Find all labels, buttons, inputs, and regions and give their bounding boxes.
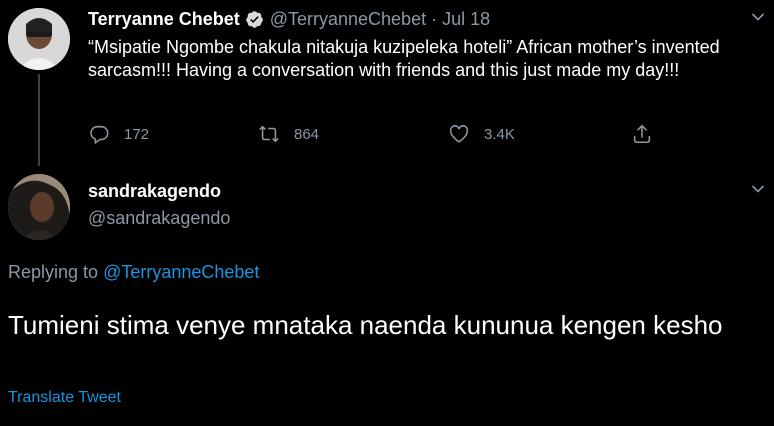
avatar-image bbox=[8, 174, 70, 240]
tweet-date[interactable]: Jul 18 bbox=[442, 9, 490, 30]
like-button[interactable]: 3.4K bbox=[448, 122, 515, 146]
mention-link[interactable]: @TerryanneChebet bbox=[103, 262, 259, 282]
replying-to-label: Replying to bbox=[8, 262, 104, 282]
handle[interactable]: @sandrakagendo bbox=[88, 208, 230, 229]
separator-dot: · bbox=[431, 8, 438, 29]
like-count: 3.4K bbox=[484, 125, 515, 143]
chevron-down-icon[interactable] bbox=[751, 12, 765, 22]
share-icon bbox=[633, 124, 651, 144]
tweet-header: Terryanne Chebet @TerryanneChebet · Jul … bbox=[88, 8, 490, 30]
tweet-text: Tumieni stima venye mnataka naenda kunun… bbox=[8, 310, 723, 340]
avatar[interactable] bbox=[8, 174, 70, 240]
replying-to: Replying to @TerryanneChebet bbox=[8, 262, 259, 283]
tweet-thread: Terryanne Chebet @TerryanneChebet · Jul … bbox=[0, 0, 774, 426]
avatar[interactable] bbox=[8, 8, 70, 70]
chevron-down-icon[interactable] bbox=[751, 184, 765, 194]
like-icon bbox=[449, 125, 469, 143]
reply-icon bbox=[90, 125, 109, 145]
reply-button[interactable]: 172 bbox=[88, 122, 149, 146]
retweet-icon bbox=[259, 125, 279, 143]
avatar-image bbox=[8, 8, 70, 70]
thread-connector-line bbox=[38, 74, 40, 166]
translate-tweet-link[interactable]: Translate Tweet bbox=[8, 389, 121, 407]
parent-tweet[interactable]: Terryanne Chebet @TerryanneChebet · Jul … bbox=[0, 0, 774, 170]
handle[interactable]: @TerryanneChebet bbox=[270, 9, 426, 30]
share-button[interactable] bbox=[631, 122, 653, 146]
retweet-count: 864 bbox=[294, 125, 320, 143]
tweet-actions: 172 864 3.4K bbox=[86, 122, 686, 146]
display-name[interactable]: sandrakagendo bbox=[88, 181, 221, 202]
retweet-button[interactable]: 864 bbox=[258, 122, 319, 146]
verified-icon bbox=[245, 10, 263, 28]
reply-count: 172 bbox=[124, 125, 150, 143]
tweet-text: “Msipatie Ngombe chakula nitakuja kuzipe… bbox=[88, 37, 720, 80]
display-name[interactable]: Terryanne Chebet bbox=[88, 9, 240, 30]
